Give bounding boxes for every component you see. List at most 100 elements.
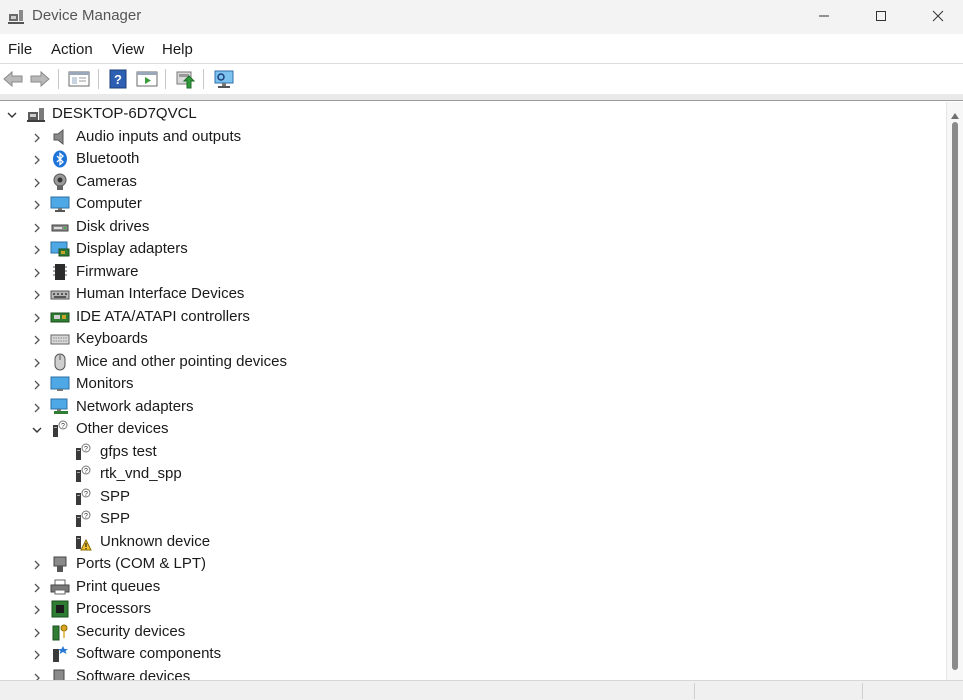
chevron-right-icon[interactable] — [31, 558, 43, 570]
tree-device-item[interactable]: ? SPP — [0, 508, 945, 530]
chevron-right-icon[interactable] — [31, 243, 43, 255]
chevron-down-icon[interactable] — [31, 423, 43, 435]
tree-device-item[interactable]: ? rtk_vnd_spp — [0, 463, 945, 485]
help-icon[interactable]: ? — [106, 68, 130, 90]
chevron-right-icon[interactable] — [31, 603, 43, 615]
tree-category-software-components[interactable]: Software components — [0, 643, 945, 665]
tree-device-label: gfps test — [100, 443, 157, 460]
ide-controller-icon — [50, 308, 70, 326]
tree-category-label: Display adapters — [76, 240, 188, 257]
processor-icon — [51, 600, 69, 618]
scan-hardware-icon[interactable] — [212, 68, 236, 90]
tree-category-bluetooth[interactable]: Bluetooth — [0, 148, 945, 170]
tree-category-label: Network adapters — [76, 398, 194, 415]
tree-category-label: Bluetooth — [76, 150, 140, 167]
tree-category-cameras[interactable]: Cameras — [0, 171, 945, 193]
update-driver-icon[interactable] — [173, 68, 197, 90]
svg-text:?: ? — [84, 513, 88, 520]
computer-icon — [50, 195, 70, 213]
tree-category-ports[interactable]: Ports (COM & LPT) — [0, 553, 945, 575]
svg-text:?: ? — [84, 468, 88, 475]
chevron-right-icon[interactable] — [31, 176, 43, 188]
tree-category-security-devices[interactable]: Security devices — [0, 621, 945, 643]
tree-category-display-adapters[interactable]: Display adapters — [0, 238, 945, 260]
chevron-right-icon[interactable] — [31, 356, 43, 368]
tree-category-audio[interactable]: Audio inputs and outputs — [0, 126, 945, 148]
security-device-icon — [51, 623, 69, 641]
software-device-icon — [51, 668, 69, 680]
minimize-button[interactable] — [795, 0, 853, 32]
scrollbar-thumb[interactable] — [952, 122, 958, 670]
menu-view[interactable]: View — [112, 41, 144, 58]
menu-action[interactable]: Action — [51, 41, 93, 58]
disk-drive-icon — [51, 218, 69, 236]
device-manager-icon — [8, 8, 24, 24]
tree-category-label: Ports (COM & LPT) — [76, 555, 207, 572]
menu-help[interactable]: Help — [162, 41, 193, 58]
properties-icon[interactable] — [67, 68, 91, 90]
tree-device-label: SPP — [100, 488, 131, 505]
tree-category-print-queues[interactable]: Print queues — [0, 576, 945, 598]
chevron-right-icon[interactable] — [31, 288, 43, 300]
maximize-button[interactable] — [852, 0, 910, 32]
hid-icon — [50, 285, 70, 303]
chevron-right-icon[interactable] — [31, 198, 43, 210]
chevron-right-icon[interactable] — [31, 626, 43, 638]
tree-device-item[interactable]: Unknown device — [0, 531, 945, 553]
menu-bar: File Action View Help — [0, 34, 963, 64]
menu-file[interactable]: File — [8, 41, 32, 58]
vertical-scrollbar[interactable] — [946, 102, 963, 680]
tree-device-label: Unknown device — [100, 533, 211, 550]
tree-category-label: Disk drives — [76, 218, 150, 235]
tree-device-item[interactable]: ? SPP — [0, 486, 945, 508]
display-adapter-icon — [50, 240, 70, 258]
tree-category-ide[interactable]: IDE ATA/ATAPI controllers — [0, 306, 945, 328]
tree-category-label: Print queues — [76, 578, 161, 595]
tree-category-software-devices[interactable]: Software devices — [0, 666, 945, 680]
svg-text:?: ? — [84, 491, 88, 498]
tree-category-label: Security devices — [76, 623, 186, 640]
tree-category-hid[interactable]: Human Interface Devices — [0, 283, 945, 305]
tree-device-item[interactable]: ? gfps test — [0, 441, 945, 463]
tree-category-firmware[interactable]: Firmware — [0, 261, 945, 283]
keyboard-icon — [50, 330, 70, 348]
tree-root[interactable]: DESKTOP-6D7QVCL — [0, 103, 945, 125]
run-icon[interactable] — [135, 68, 159, 90]
tree-category-keyboards[interactable]: Keyboards — [0, 328, 945, 350]
chevron-right-icon[interactable] — [31, 153, 43, 165]
unknown-device-icon: ? — [74, 488, 92, 506]
bluetooth-icon — [51, 150, 69, 168]
tree-category-network[interactable]: Network adapters — [0, 396, 945, 418]
tree-category-disk-drives[interactable]: Disk drives — [0, 216, 945, 238]
chevron-right-icon[interactable] — [31, 221, 43, 233]
chevron-down-icon[interactable] — [6, 108, 18, 120]
chevron-right-icon[interactable] — [31, 401, 43, 413]
tree-category-label: Software devices — [76, 668, 191, 680]
tree-category-label: Cameras — [76, 173, 137, 190]
window-title: Device Manager — [32, 7, 142, 24]
back-arrow-icon[interactable] — [1, 68, 25, 90]
tree-category-other-devices[interactable]: ? Other devices — [0, 418, 945, 440]
chevron-right-icon[interactable] — [31, 581, 43, 593]
speaker-icon — [51, 128, 69, 146]
tree-category-processors[interactable]: Processors — [0, 598, 945, 620]
chevron-right-icon[interactable] — [31, 378, 43, 390]
tree-category-computer[interactable]: Computer — [0, 193, 945, 215]
tree-category-label: Human Interface Devices — [76, 285, 245, 302]
chevron-right-icon[interactable] — [31, 648, 43, 660]
device-tree: DESKTOP-6D7QVCL Audio inputs and outputs… — [0, 102, 945, 680]
close-button[interactable] — [909, 0, 963, 32]
chevron-right-icon[interactable] — [31, 333, 43, 345]
network-adapter-icon — [50, 398, 68, 416]
chevron-right-icon[interactable] — [31, 311, 43, 323]
firmware-icon — [51, 263, 69, 281]
warning-device-icon — [74, 533, 92, 551]
chevron-right-icon[interactable] — [31, 671, 43, 680]
tree-category-mice[interactable]: Mice and other pointing devices — [0, 351, 945, 373]
tree-device-label: rtk_vnd_spp — [100, 465, 182, 482]
chevron-right-icon[interactable] — [31, 131, 43, 143]
chevron-right-icon[interactable] — [31, 266, 43, 278]
tree-category-monitors[interactable]: Monitors — [0, 373, 945, 395]
forward-arrow-icon[interactable] — [28, 68, 52, 90]
port-icon — [51, 555, 69, 573]
